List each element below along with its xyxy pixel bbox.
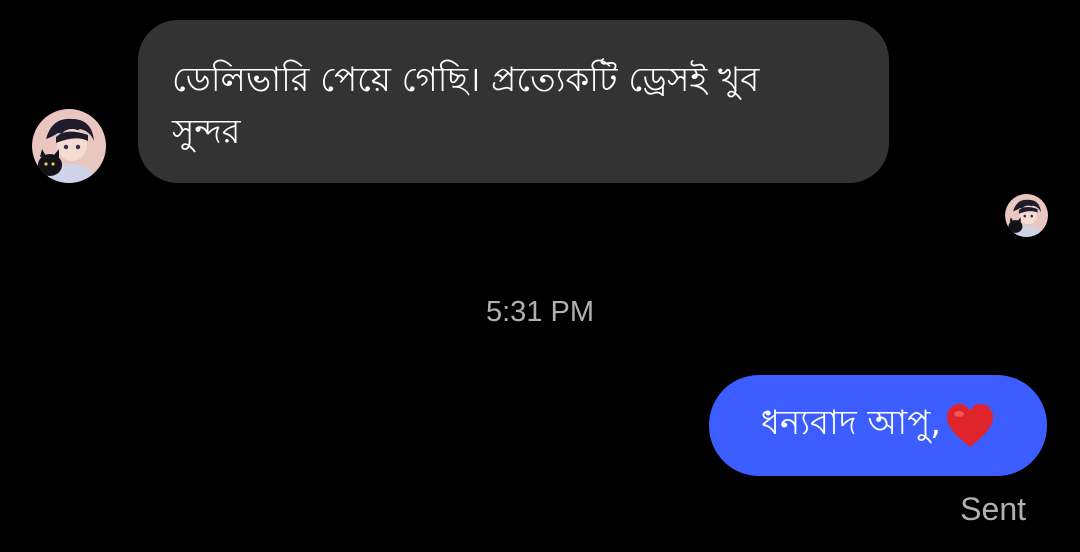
message-timestamp: 5:31 PM <box>486 296 594 328</box>
seen-avatar-icon <box>1005 194 1048 237</box>
message-status: Sent <box>960 491 1026 527</box>
outgoing-message-text: ধন্যবাদ আপু, <box>760 403 942 443</box>
incoming-message-text: ডেলিভারি পেয়ে গেছি। প্রত্যেকটি ড্রেসই খ… <box>172 60 760 152</box>
profile-avatar-icon[interactable] <box>32 109 106 183</box>
outgoing-message-bubble[interactable]: ধন্যবাদ আপু, <box>709 375 1047 476</box>
red-heart-emoji-icon <box>945 403 995 449</box>
incoming-message-bubble[interactable]: ডেলিভারি পেয়ে গেছি। প্রত্যেকটি ড্রেসই খ… <box>138 20 889 183</box>
